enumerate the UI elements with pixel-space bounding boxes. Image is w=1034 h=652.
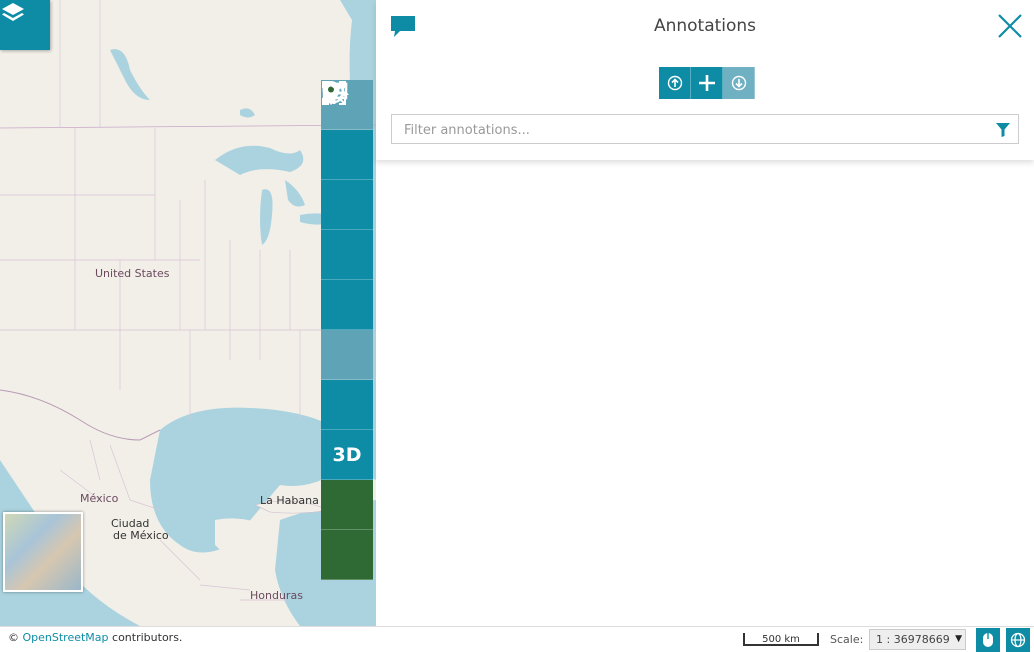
- previous-view-button[interactable]: [321, 82, 373, 330]
- map-view[interactable]: United States México Ciudad de México La…: [0, 0, 376, 626]
- attribution: © OpenStreetMap contributors.: [8, 631, 182, 644]
- next-view-button[interactable]: [321, 82, 373, 380]
- add-annotation-button[interactable]: [691, 67, 723, 99]
- download-annotations-button[interactable]: [723, 67, 755, 99]
- scale-bar: 500 km: [743, 633, 819, 646]
- plus-icon: [698, 75, 715, 91]
- upload-annotations-button[interactable]: [659, 67, 691, 99]
- panel-header: Annotations: [376, 0, 1034, 160]
- map-toolbar: 3D: [321, 80, 373, 580]
- attribution-suffix: contributors.: [112, 631, 183, 644]
- layers-button[interactable]: [0, 0, 50, 50]
- annotation-actions: [659, 67, 755, 99]
- scale-label: Scale:: [830, 633, 864, 646]
- mouse-icon: [983, 633, 993, 647]
- minimap[interactable]: [3, 512, 83, 592]
- scale-select[interactable]: 1 : 36978669 ▼: [869, 629, 966, 650]
- upload-circle-icon: [667, 75, 682, 91]
- mouse-settings-button[interactable]: [976, 628, 1000, 652]
- panel-title: Annotations: [653, 16, 757, 36]
- label-honduras: Honduras: [250, 589, 303, 602]
- download-circle-icon: [731, 75, 746, 91]
- more-button[interactable]: [321, 82, 373, 580]
- label-mexico: México: [80, 492, 119, 505]
- globe-button[interactable]: [1006, 628, 1030, 652]
- filter-box: [391, 114, 1019, 145]
- 3d-button[interactable]: 3D: [321, 430, 373, 480]
- annotations-panel: Annotations: [376, 0, 1034, 626]
- openstreetmap-link[interactable]: OpenStreetMap: [23, 631, 109, 644]
- fullscreen-button[interactable]: [321, 83, 373, 430]
- caret-down-icon: ▼: [955, 634, 962, 644]
- label-de-mexico: de México: [113, 529, 169, 542]
- status-bar: © OpenStreetMap contributors. 500 km Sca…: [0, 626, 1034, 652]
- label-united-states: United States: [95, 267, 170, 280]
- 3d-label: 3D: [332, 443, 362, 466]
- layers-icon: [2, 3, 24, 21]
- label-la-habana: La Habana: [260, 494, 319, 507]
- ellipsis-icon: [322, 82, 346, 88]
- copyright-symbol: ©: [8, 631, 19, 644]
- filter-annotations-input[interactable]: [392, 115, 986, 145]
- annotations-button[interactable]: [321, 81, 373, 530]
- zoom-extent-button[interactable]: [321, 81, 373, 280]
- zoom-in-button[interactable]: [321, 82, 373, 180]
- globe-icon: [1010, 632, 1026, 648]
- filter-icon[interactable]: [996, 123, 1010, 137]
- close-icon[interactable]: [996, 12, 1024, 40]
- scale-value: 1 : 36978669: [876, 633, 950, 646]
- zoom-out-button[interactable]: [321, 91, 373, 230]
